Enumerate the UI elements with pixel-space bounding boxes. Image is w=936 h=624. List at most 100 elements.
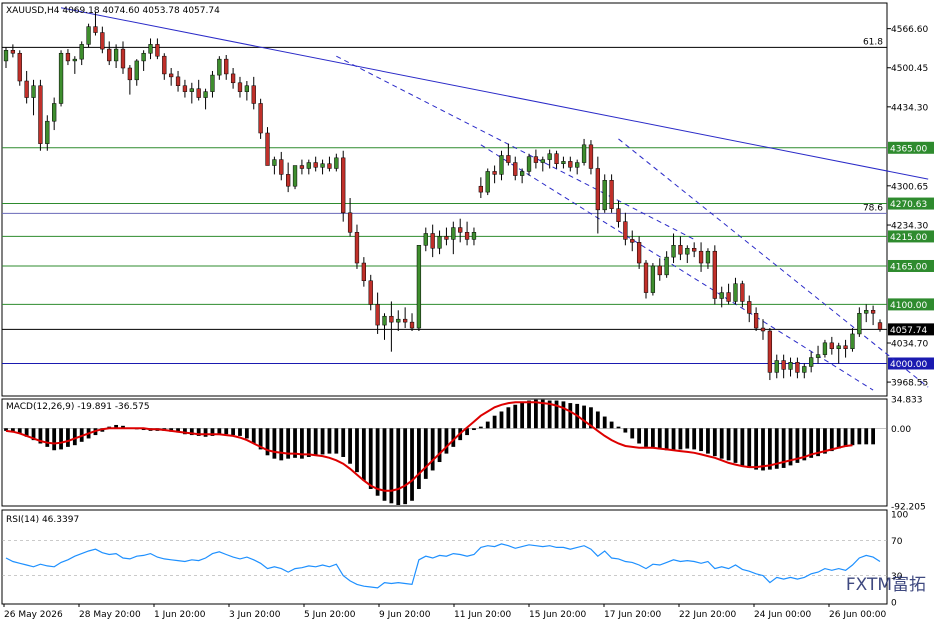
candle-body (719, 292, 724, 299)
macd-histogram-bar (602, 416, 607, 429)
macd-histogram-bar (706, 428, 710, 454)
macd-histogram-bar (520, 402, 525, 429)
macd-histogram-bar (279, 428, 284, 461)
macd-histogram-bar (355, 428, 359, 473)
candle-body (258, 103, 263, 134)
candle-body (678, 245, 683, 255)
rsi-tick-label: 100 (891, 511, 908, 521)
candle-body (272, 159, 277, 166)
candle-body (251, 85, 256, 104)
macd-histogram-bar (396, 428, 401, 505)
candle-body (292, 165, 298, 187)
candle-body (692, 248, 697, 252)
macd-histogram-bar (761, 428, 765, 471)
candle-body (203, 91, 208, 98)
macd-histogram-bar (238, 428, 242, 436)
macd-histogram-bar (568, 403, 573, 429)
macd-histogram-bar (417, 428, 421, 489)
fib-level-label: 61.8 (863, 37, 883, 47)
candle-body (809, 357, 814, 367)
time-tick-label: 3 Jun 20:00 (229, 610, 281, 620)
candle-body (850, 333, 855, 349)
macd-histogram-bar (389, 428, 394, 504)
rsi-line (5, 543, 881, 589)
candle-body (444, 236, 449, 240)
trendline (60, 7, 929, 180)
macd-histogram-bar (66, 428, 70, 447)
macd-histogram-bar (444, 428, 449, 454)
candle-body (747, 301, 752, 314)
time-tick-label: 26 Jun 00:00 (829, 610, 886, 620)
candle-body (822, 342, 828, 355)
candle-body (464, 232, 470, 240)
macd-label: MACD(12,26,9) -19.891 -36.575 (6, 402, 150, 412)
level-price-label: 4100.00 (890, 301, 927, 311)
price-tick-label: 4434.30 (891, 103, 928, 113)
candle-body (554, 153, 559, 164)
macd-histogram-bar (843, 428, 848, 447)
candle-body (547, 153, 552, 160)
time-tick-label: 22 Jun 20:00 (679, 610, 736, 620)
fib-level-label: 78.6 (863, 203, 883, 213)
price-tick-label: 4500.45 (891, 64, 928, 74)
candle-body (760, 327, 766, 332)
candle-body (857, 313, 862, 335)
candle-body (630, 239, 635, 243)
candle-body (24, 80, 29, 98)
macd-histogram-bar (341, 428, 346, 457)
time-tick-label: 11 Jun 20:00 (454, 610, 511, 620)
candle-body (175, 76, 181, 86)
candle-body (829, 342, 834, 349)
candle-body (478, 185, 483, 193)
macd-histogram-bar (320, 428, 325, 455)
candle-body (575, 162, 580, 168)
candle-body (836, 345, 841, 349)
macd-histogram-bar (410, 428, 414, 501)
candle-body (93, 26, 98, 33)
macd-histogram-bar (871, 428, 875, 445)
candle-body (623, 221, 628, 240)
candle-body (279, 159, 284, 175)
macd-histogram-bar (472, 428, 476, 431)
candle-body (127, 67, 133, 81)
macd-histogram-bar (52, 428, 57, 451)
time-tick-label: 17 Jun 20:00 (604, 610, 661, 620)
candle-body (210, 74, 215, 92)
candle-body (361, 262, 366, 282)
candle-body (588, 144, 594, 169)
candle-body (416, 245, 422, 329)
macd-histogram-bar (857, 428, 862, 445)
macd-histogram-bar (368, 428, 373, 489)
candle-body (320, 163, 325, 168)
candle-body (52, 103, 57, 122)
macd-histogram-bar (747, 428, 752, 468)
candle-body (581, 144, 587, 163)
macd-histogram-bar (313, 428, 318, 456)
candle-body (148, 44, 153, 54)
time-tick-label: 1 Jun 20:00 (154, 610, 206, 620)
level-price-label: 4365.00 (890, 144, 927, 154)
macd-histogram-bar (403, 428, 408, 505)
candle-body (354, 232, 360, 264)
candle-body (643, 262, 649, 293)
candle-body (423, 233, 428, 246)
macd-histogram-bar (561, 401, 566, 429)
candle-body (3, 50, 9, 62)
macd-histogram-bar (836, 428, 841, 449)
candle-body (513, 162, 518, 176)
candle-body (189, 88, 194, 92)
macd-histogram-bar (671, 428, 676, 451)
candle-body (533, 156, 539, 163)
candle-body (162, 55, 167, 75)
candle-body (664, 256, 669, 276)
candle-body (698, 250, 704, 264)
macd-tick-label: 0.00 (891, 425, 911, 435)
candle-body (774, 360, 779, 373)
macd-histogram-bar (534, 399, 538, 429)
macd-histogram-bar (375, 428, 380, 496)
trendlines (60, 7, 929, 391)
candle-body (685, 248, 690, 255)
candle-body (113, 48, 119, 62)
time-tick-label: 26 May 2026 (4, 610, 63, 620)
candle-body (169, 73, 174, 78)
